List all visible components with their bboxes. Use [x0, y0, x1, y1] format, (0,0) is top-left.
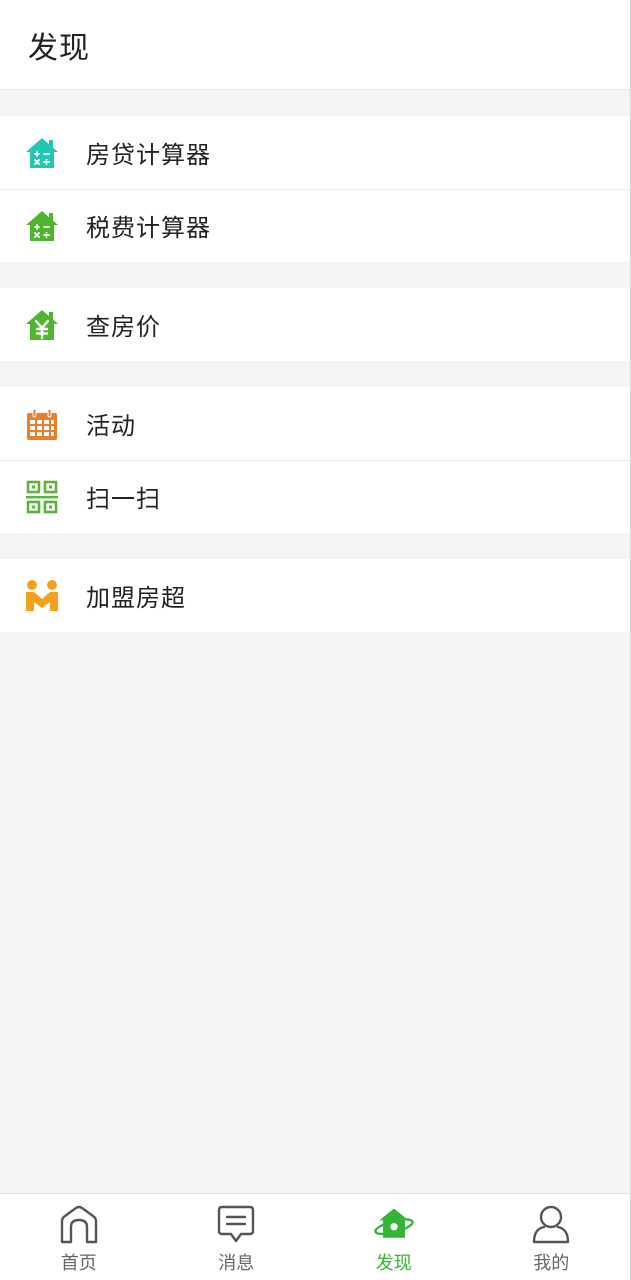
discover-icon [373, 1203, 415, 1245]
menu-item-franchise[interactable]: 加盟房超 [0, 559, 630, 632]
menu-item-label: 查房价 [86, 313, 161, 341]
tab-label: 首页 [60, 1253, 97, 1274]
menu-item-scan[interactable]: 扫一扫 [0, 460, 630, 533]
menu-group-calculators: 房贷计算器 税费计算器 [0, 116, 630, 262]
partners-icon [24, 578, 60, 614]
menu-item-activities[interactable]: 活动 [0, 387, 630, 460]
menu-item-mortgage-calculator[interactable]: 房贷计算器 [0, 116, 630, 189]
page-header: 发现 [0, 0, 630, 90]
menu-item-label: 活动 [86, 412, 136, 440]
menu-group-price: 查房价 [0, 288, 630, 361]
calendar-icon [24, 406, 60, 442]
menu-item-label: 加盟房超 [86, 584, 186, 612]
home-icon [58, 1203, 100, 1245]
tab-label: 发现 [375, 1253, 412, 1274]
menu-group-franchise: 加盟房超 [0, 559, 630, 632]
tab-me[interactable]: 我的 [473, 1194, 631, 1280]
tab-discover[interactable]: 发现 [315, 1194, 473, 1280]
menu-item-house-price[interactable]: 查房价 [0, 288, 630, 361]
tab-home[interactable]: 首页 [0, 1194, 158, 1280]
tab-label: 消息 [218, 1253, 255, 1274]
tab-label: 我的 [533, 1253, 570, 1274]
menu-item-label: 税费计算器 [86, 214, 211, 242]
menu-group-activities: 活动 扫一扫 [0, 387, 630, 533]
user-icon [530, 1203, 572, 1245]
bottom-tab-bar: 首页 消息 发现 我的 [0, 1193, 630, 1280]
house-yuan-icon [24, 307, 60, 343]
menu-item-label: 扫一扫 [86, 485, 161, 513]
tab-messages[interactable]: 消息 [158, 1194, 316, 1280]
discover-screen: 发现 房贷计算器 税费计算器 查房价 活动 扫一扫 加盟房超 首页 消息 发现 … [0, 0, 631, 1280]
menu-item-tax-calculator[interactable]: 税费计算器 [0, 189, 630, 262]
qr-code-icon [24, 479, 60, 515]
house-calculator-icon [24, 135, 60, 171]
message-icon [215, 1203, 257, 1245]
menu-item-label: 房贷计算器 [86, 141, 211, 169]
page-title: 发现 [28, 30, 90, 66]
house-calculator-icon [24, 208, 60, 244]
